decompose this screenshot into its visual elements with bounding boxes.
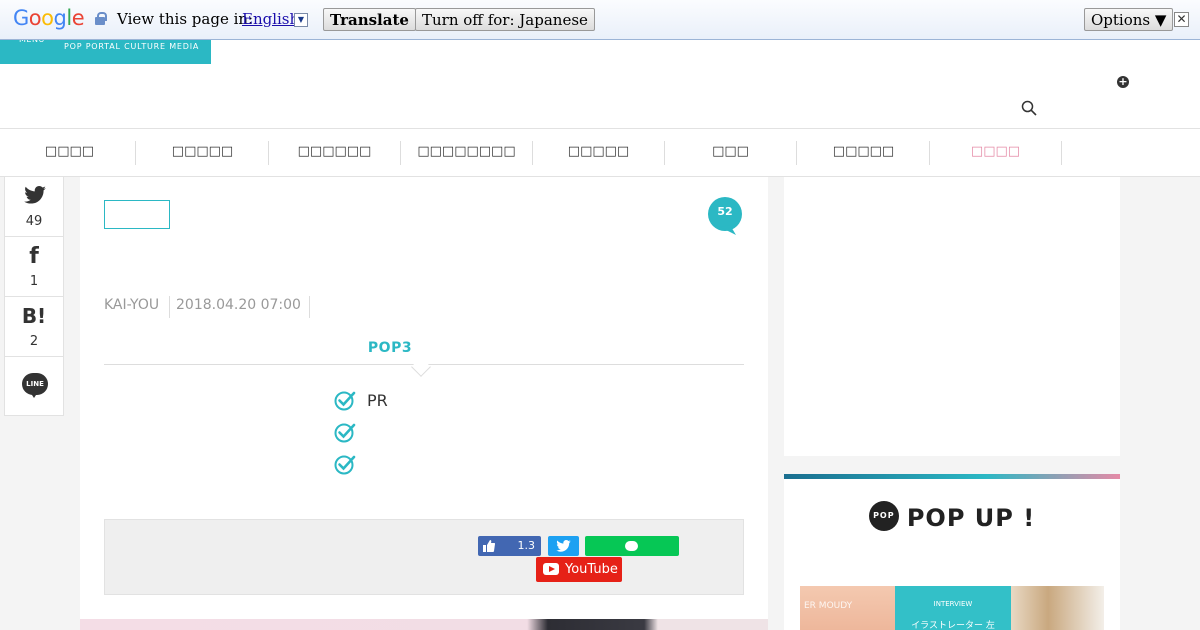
popup-title: POP UP ! bbox=[906, 504, 1036, 532]
article-body: 52 KAI-YOU 2018.04.20 07:00 POP3 PR 1.3 bbox=[80, 177, 768, 630]
site-tagline: POP PORTAL CULTURE MEDIA bbox=[64, 42, 200, 51]
nav-item[interactable]: □□□□□□□□ bbox=[400, 129, 533, 177]
meta-divider bbox=[169, 296, 170, 318]
popup-thumbnail[interactable]: INTERVIEW イラストレーター 左 bbox=[895, 586, 1011, 630]
line-share-button[interactable] bbox=[585, 536, 679, 556]
thumbnail-caption: INTERVIEW bbox=[933, 600, 973, 608]
line-share-button[interactable]: LINE bbox=[5, 357, 63, 415]
pop3-point-text: PR bbox=[367, 391, 388, 410]
line-icon-tail bbox=[30, 392, 38, 398]
youtube-icon bbox=[543, 563, 559, 575]
options-button[interactable]: Options ▼ bbox=[1084, 8, 1174, 31]
check-circle-icon bbox=[334, 455, 356, 475]
pop3-heading: POP3 bbox=[367, 340, 413, 356]
thumbnail-caption: ER MOUDY bbox=[804, 601, 853, 611]
translate-prompt: View this page in: bbox=[117, 10, 254, 28]
popup-heading: POP POP UP ! bbox=[784, 501, 1120, 534]
nav-item[interactable]: □□□□□ bbox=[532, 129, 665, 177]
check-circle-icon bbox=[334, 391, 356, 411]
nav-item[interactable]: □□□□□ bbox=[797, 129, 930, 177]
twitter-icon bbox=[556, 540, 571, 552]
translate-bar: Google View this page in: English ▼ Tran… bbox=[0, 0, 1200, 40]
article-author[interactable]: KAI-YOU bbox=[104, 296, 159, 314]
twitter-share-count: 49 bbox=[25, 214, 43, 229]
ad-slot bbox=[784, 177, 1120, 456]
meta-divider bbox=[309, 296, 310, 318]
facebook-like-button[interactable]: 1.3 bbox=[478, 536, 541, 556]
plus-icon[interactable]: + bbox=[1117, 76, 1129, 88]
check-circle-icon bbox=[334, 423, 356, 443]
language-select[interactable]: English bbox=[242, 10, 299, 28]
global-nav: □□□□ □□□□□ □□□□□□ □□□□□□□□ □□□□□ □□□ □□□… bbox=[0, 128, 1200, 177]
hero-image bbox=[80, 619, 768, 630]
site-logo[interactable]: MENU POP PORTAL CULTURE MEDIA bbox=[0, 35, 211, 64]
search-icon[interactable] bbox=[1021, 100, 1037, 116]
google-logo: Google bbox=[13, 6, 85, 30]
popup-thumbnails: ER MOUDY INTERVIEW イラストレーター 左 bbox=[800, 586, 1104, 630]
nav-item[interactable]: □□□□□ bbox=[136, 129, 269, 177]
twitter-icon bbox=[24, 186, 46, 204]
category-tag[interactable] bbox=[104, 200, 170, 229]
site-header: MENU POP PORTAL CULTURE MEDIA + bbox=[0, 35, 1200, 128]
hatena-share-count: 2 bbox=[29, 334, 39, 349]
thumbs-up-icon bbox=[483, 540, 495, 552]
facebook-share-count: 1 bbox=[29, 274, 39, 289]
youtube-subscribe-button[interactable]: YouTube bbox=[536, 557, 622, 582]
chevron-down-icon[interactable]: ▼ bbox=[294, 13, 308, 27]
nav-item[interactable]: □□□□□□ bbox=[268, 129, 401, 177]
article-date: 2018.04.20 07:00 bbox=[176, 297, 301, 313]
translate-button[interactable]: Translate bbox=[323, 8, 416, 31]
line-icon bbox=[625, 541, 638, 551]
youtube-label: YouTube bbox=[565, 562, 618, 577]
comment-count[interactable]: 52 bbox=[706, 205, 744, 218]
share-panel: 1.3 YouTube bbox=[104, 519, 744, 595]
popup-thumbnail[interactable]: ER MOUDY bbox=[800, 586, 896, 630]
hatena-icon: B! bbox=[21, 304, 47, 328]
pop3-pointer bbox=[411, 357, 431, 377]
popup-thumbnail[interactable] bbox=[1011, 586, 1104, 630]
tweet-button[interactable] bbox=[548, 536, 579, 556]
popup-accent-bar bbox=[784, 474, 1120, 479]
close-icon[interactable]: ✕ bbox=[1174, 12, 1189, 27]
facebook-share-button[interactable]: f 1 bbox=[5, 237, 63, 297]
like-count: 1.3 bbox=[517, 539, 536, 552]
popup-panel: POP POP UP ! ER MOUDY INTERVIEW イラストレーター … bbox=[784, 474, 1120, 630]
hatena-share-button[interactable]: B! 2 bbox=[5, 297, 63, 357]
lock-icon bbox=[95, 12, 107, 26]
twitter-share-button[interactable]: 49 bbox=[5, 177, 63, 237]
nav-item[interactable]: □□□ bbox=[664, 129, 797, 177]
turn-off-button[interactable]: Turn off for: Japanese bbox=[415, 8, 595, 31]
facebook-icon: f bbox=[29, 244, 39, 269]
nav-item[interactable]: □□□□ bbox=[3, 129, 136, 177]
nav-item-active[interactable]: □□□□ bbox=[929, 129, 1062, 177]
thumbnail-caption: イラストレーター 左 bbox=[911, 621, 995, 630]
share-sidebar: 49 f 1 B! 2 LINE bbox=[4, 177, 64, 416]
pop-badge-icon: POP bbox=[868, 501, 899, 531]
